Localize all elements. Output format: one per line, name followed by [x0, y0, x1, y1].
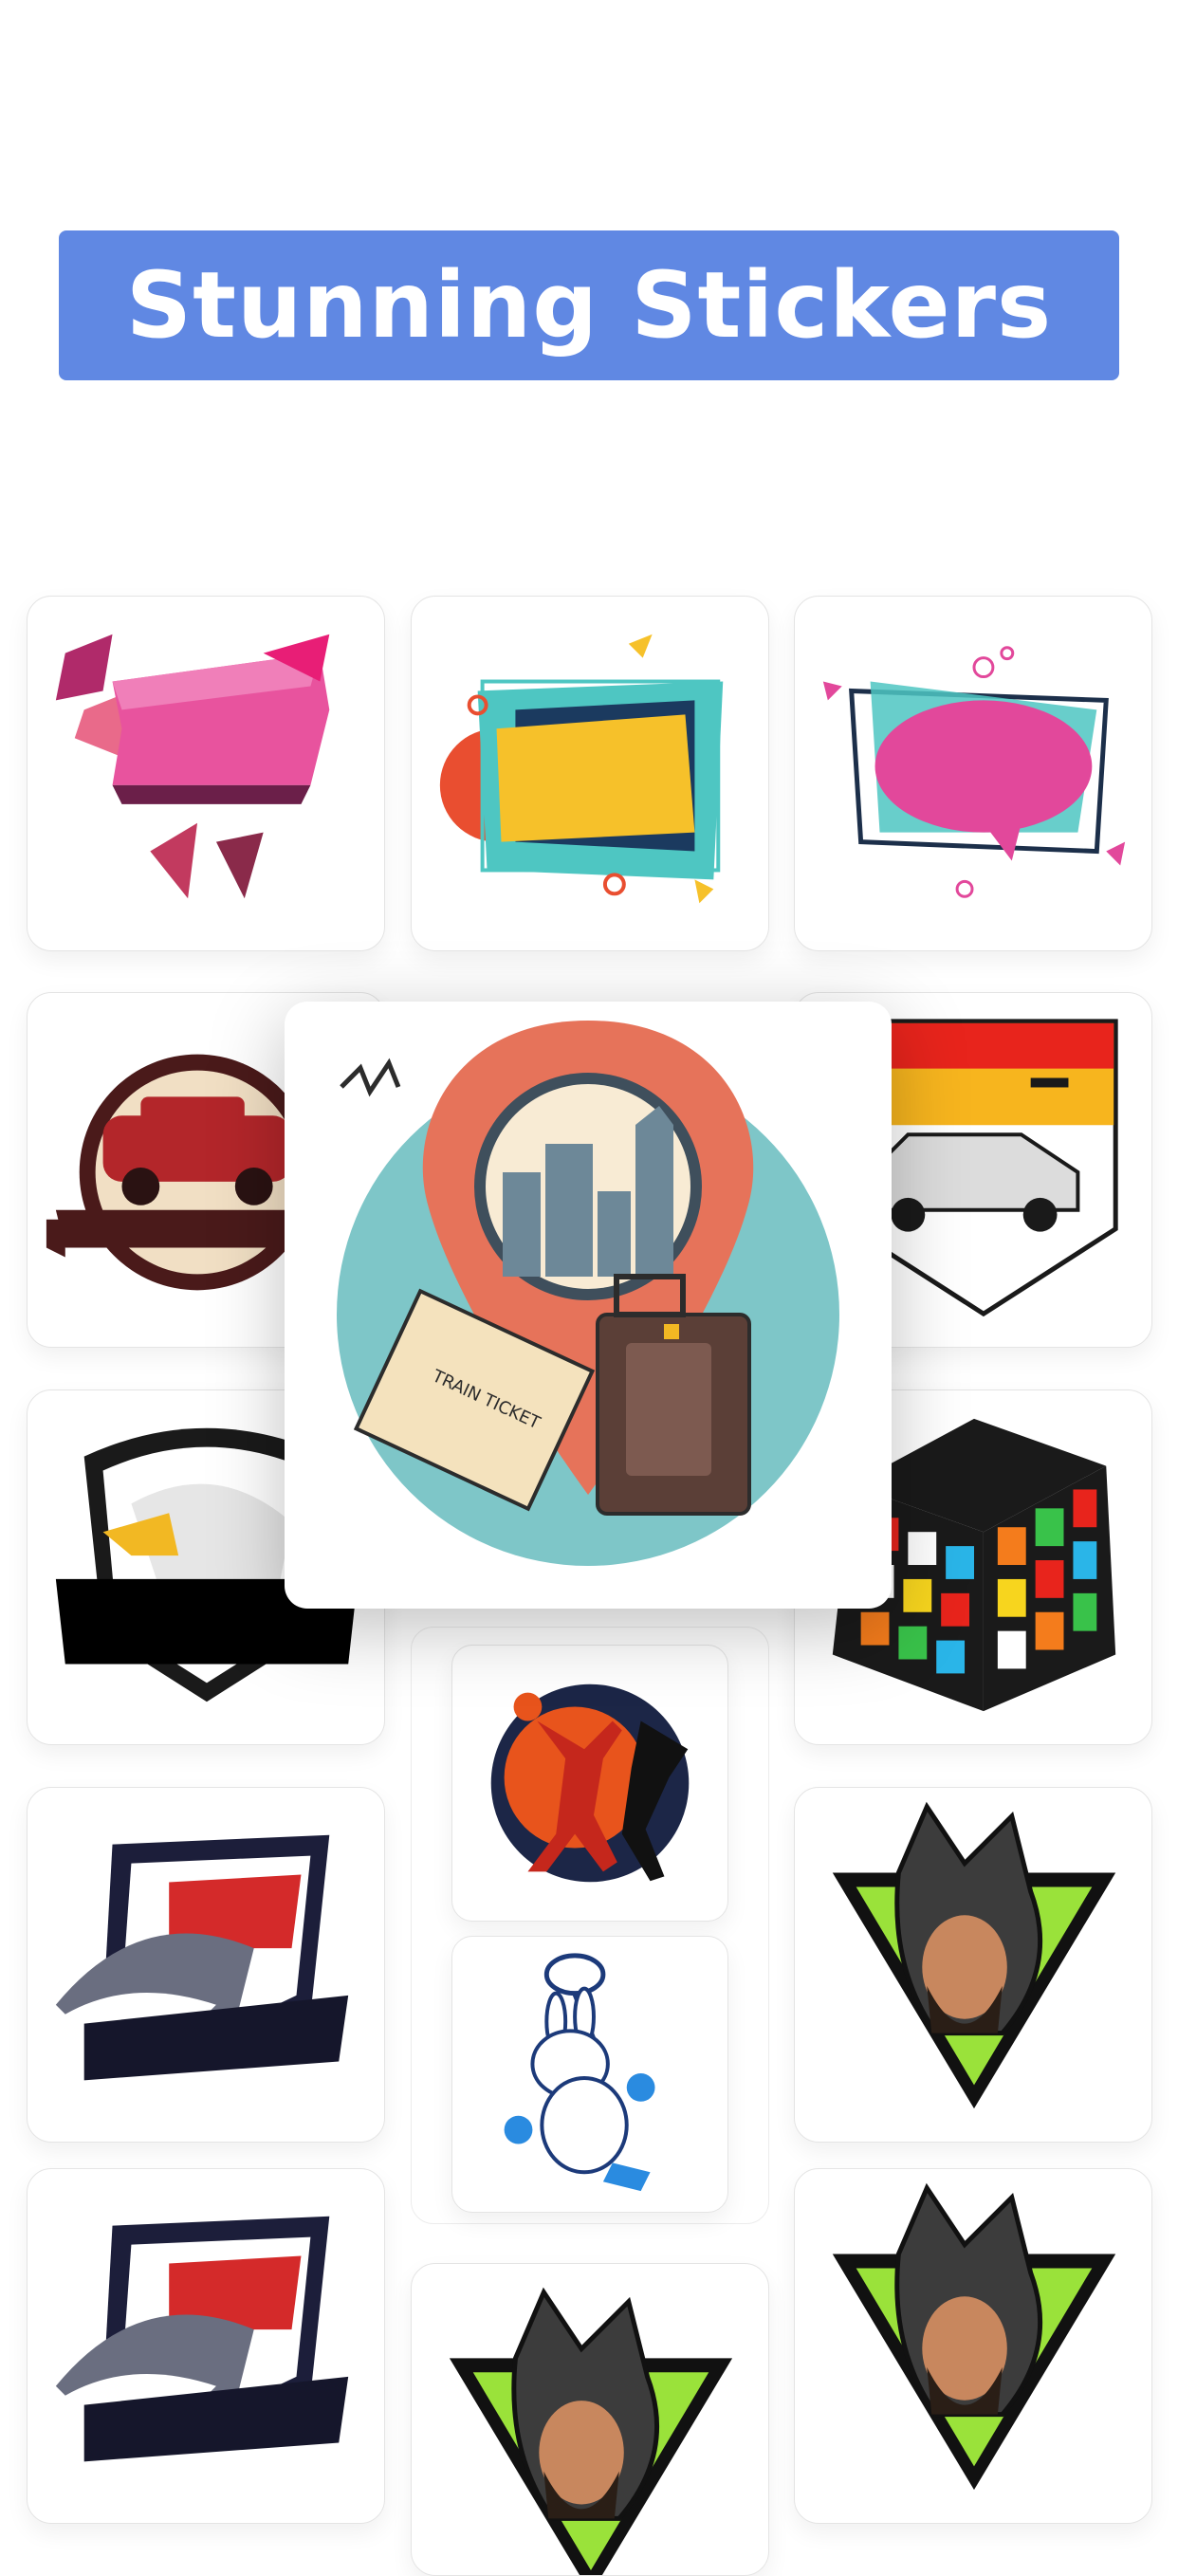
wolf-shield-icon [55, 1834, 349, 2081]
pink-ribbon-icon [55, 634, 330, 899]
sticker-card-wolf-man-3[interactable] [794, 2168, 1152, 2524]
speech-bubble-icon [822, 646, 1126, 898]
wolf-man-mascot-icon [449, 2287, 733, 2575]
sticker-card-wolf-shield-2[interactable] [27, 2168, 385, 2524]
sticker-card-rabbit-tennis[interactable] [451, 1936, 728, 2213]
sticker-card-wolf-shield-1[interactable] [27, 1787, 385, 2143]
title-banner: Stunning Stickers [59, 230, 1119, 380]
yellow-frame-icon [439, 634, 724, 904]
basketball-players-icon [490, 1684, 690, 1883]
rabbit-tennis-icon [504, 1953, 655, 2192]
sticker-card-pink-ribbon[interactable] [27, 596, 385, 951]
wolf-man-mascot-icon [832, 2182, 1116, 2491]
sticker-pack-group[interactable] [411, 1627, 769, 2224]
wolf-man-mascot-icon [832, 1801, 1116, 2109]
sticker-card-wolf-man-1[interactable] [794, 1787, 1152, 2143]
sticker-card-basketball[interactable] [451, 1645, 728, 1922]
wolf-shield-icon [55, 2216, 349, 2462]
sticker-card-yellow-frame[interactable] [411, 596, 769, 951]
sticker-card-wolf-man-2[interactable] [411, 2263, 769, 2576]
featured-sticker-preview[interactable]: TRAIN TICKET [285, 1002, 892, 1609]
page-title: Stunning Stickers [125, 252, 1053, 359]
travel-location-pin-icon: TRAIN TICKET [337, 1021, 839, 1566]
sticker-card-speech-bubble[interactable] [794, 596, 1152, 951]
